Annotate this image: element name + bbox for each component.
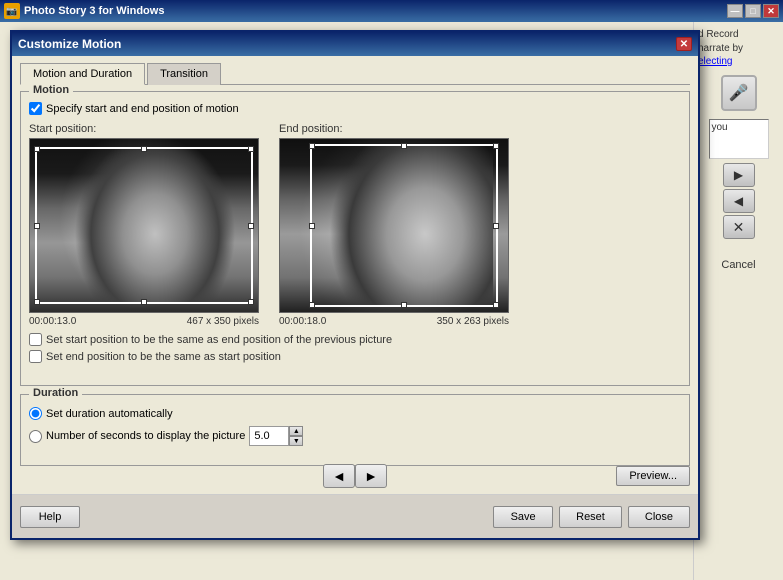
seconds-input[interactable]: 5.0: [249, 426, 289, 446]
maximize-btn[interactable]: □: [745, 4, 761, 18]
right-panel: d Record narrate by electing 🎤 you ▶ ◀ ✕…: [693, 22, 783, 580]
customize-motion-dialog: Customize Motion ✕ Motion and Duration T…: [10, 30, 700, 540]
same-as-prev-row: Set start position to be the same as end…: [29, 333, 681, 346]
you-text: you: [710, 120, 768, 135]
start-portrait: [30, 139, 258, 312]
bottom-nav-row: ◄ ► Preview...: [12, 460, 698, 492]
right-panel-text2: narrate by: [698, 42, 779, 56]
ps-title: Photo Story 3 for Windows: [24, 5, 727, 17]
spinner-container: ▲ ▼: [289, 426, 303, 446]
specify-checkbox-row: Specify start and end position of motion: [29, 102, 681, 115]
arrow-right-btn[interactable]: ▶: [723, 163, 755, 187]
option-checkboxes: Set start position to be the same as end…: [29, 333, 681, 363]
auto-radio-label: Set duration automatically: [46, 408, 173, 420]
microphone-btn[interactable]: 🎤: [721, 75, 757, 111]
seconds-radio-label: Number of seconds to display the picture: [46, 430, 245, 442]
auto-radio-row: Set duration automatically: [29, 407, 681, 420]
seconds-spinner-group: 5.0 ▲ ▼: [249, 426, 303, 446]
start-image[interactable]: [29, 138, 259, 313]
dialog-titlebar: Customize Motion ✕: [12, 32, 698, 56]
motion-group: Motion Specify start and end position of…: [20, 91, 690, 386]
ps-titlebar: 📷 Photo Story 3 for Windows — □ ✕: [0, 0, 783, 22]
motion-content: Specify start and end position of motion…: [29, 96, 681, 363]
dialog-actions: Help Save Reset Close: [12, 494, 698, 538]
specify-label: Specify start and end position of motion: [46, 103, 239, 115]
reset-btn[interactable]: Reset: [559, 506, 622, 528]
tab-motion-duration[interactable]: Motion and Duration: [20, 63, 145, 85]
dialog-title: Customize Motion: [18, 37, 676, 51]
ps-window: 📷 Photo Story 3 for Windows — □ ✕ d Reco…: [0, 0, 783, 580]
end-timestamp: 00:00:18.0: [279, 316, 326, 327]
minimize-btn[interactable]: —: [727, 4, 743, 18]
same-as-prev-label: Set start position to be the same as end…: [46, 334, 392, 346]
duration-group: Duration Set duration automatically Numb…: [20, 394, 690, 466]
end-meta: 00:00:18.0 350 x 263 pixels: [279, 316, 509, 327]
same-as-prev-checkbox[interactable]: [29, 333, 42, 346]
tabs-bar: Motion and Duration Transition: [20, 62, 690, 85]
preview-btn[interactable]: Preview...: [616, 466, 690, 486]
start-dimensions: 467 x 350 pixels: [187, 316, 259, 327]
same-as-start-checkbox[interactable]: [29, 350, 42, 363]
same-as-start-label: Set end position to be the same as start…: [46, 351, 281, 363]
duration-group-label: Duration: [29, 387, 82, 399]
spinner-down[interactable]: ▼: [289, 436, 303, 446]
tab-transition[interactable]: Transition: [147, 63, 221, 85]
end-position-col: End position:: [279, 123, 509, 327]
start-meta: 00:00:13.0 467 x 350 pixels: [29, 316, 259, 327]
close-btn[interactable]: Close: [628, 506, 690, 528]
seconds-radio[interactable]: [29, 430, 42, 443]
arrow-left-btn[interactable]: ◀: [723, 189, 755, 213]
narration-text-area: you: [709, 119, 769, 159]
ps-window-buttons: — □ ✕: [727, 4, 779, 18]
start-timestamp: 00:00:13.0: [29, 316, 76, 327]
dialog-body: Motion and Duration Transition Motion Sp…: [12, 56, 698, 480]
end-label: End position:: [279, 123, 509, 135]
prev-nav-btn[interactable]: ◄: [323, 464, 355, 488]
motion-group-label: Motion: [29, 84, 73, 96]
start-position-col: Start position:: [29, 123, 259, 327]
right-action-btns: Save Reset Close: [493, 506, 690, 528]
end-portrait: [280, 139, 508, 312]
arrow-x-btn[interactable]: ✕: [723, 215, 755, 239]
end-dimensions: 350 x 263 pixels: [437, 316, 509, 327]
cancel-label[interactable]: Cancel: [698, 259, 779, 271]
images-row: Start position:: [29, 123, 681, 327]
specify-checkbox[interactable]: [29, 102, 42, 115]
ps-icon: 📷: [4, 3, 20, 19]
right-panel-link[interactable]: electing: [698, 56, 779, 67]
dialog-close-btn[interactable]: ✕: [676, 37, 692, 51]
save-btn[interactable]: Save: [493, 506, 553, 528]
spinner-up[interactable]: ▲: [289, 426, 303, 436]
auto-radio[interactable]: [29, 407, 42, 420]
end-image[interactable]: [279, 138, 509, 313]
duration-content: Set duration automatically Number of sec…: [29, 399, 681, 446]
help-btn[interactable]: Help: [20, 506, 80, 528]
start-label: Start position:: [29, 123, 259, 135]
next-nav-btn[interactable]: ►: [355, 464, 387, 488]
seconds-radio-row: Number of seconds to display the picture…: [29, 426, 681, 446]
ps-close-btn[interactable]: ✕: [763, 4, 779, 18]
same-as-start-row: Set end position to be the same as start…: [29, 350, 681, 363]
right-panel-text1: d Record: [698, 28, 779, 42]
